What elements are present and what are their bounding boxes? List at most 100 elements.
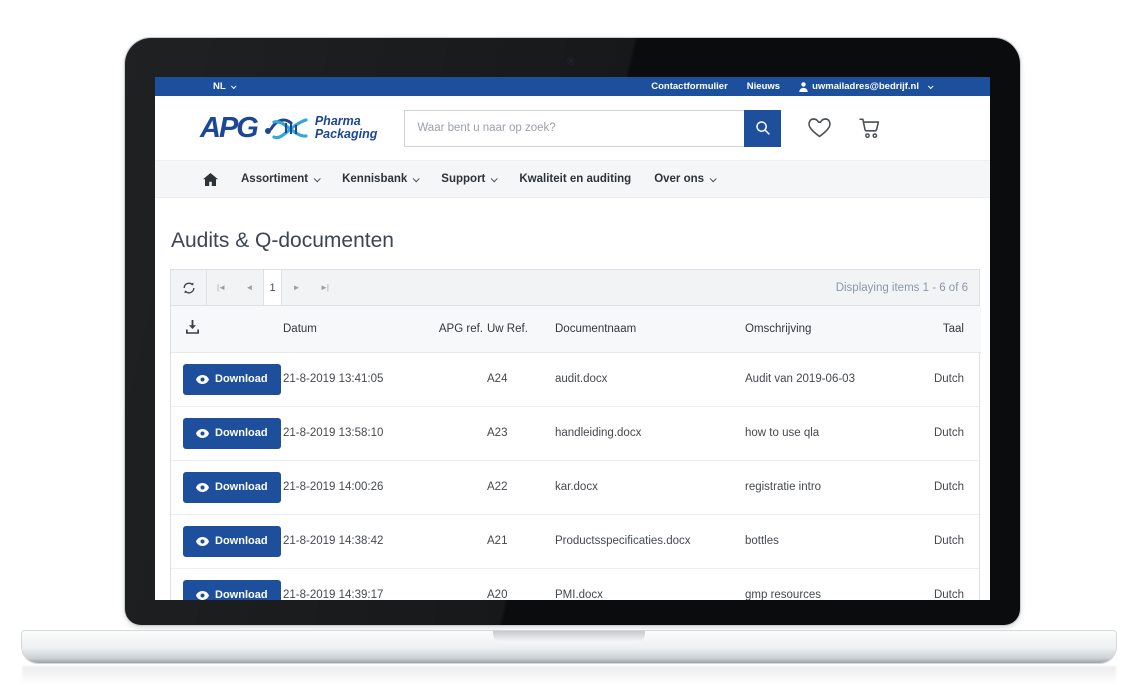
column-header-taal[interactable]: Taal	[915, 306, 981, 352]
search-button[interactable]	[744, 110, 781, 147]
logo-apg-text: APG	[200, 114, 257, 143]
chevron-down-icon	[314, 175, 321, 182]
column-header-datum[interactable]: Datum	[283, 306, 429, 352]
nav-label: Over ons	[654, 173, 704, 185]
search-bar	[404, 110, 781, 147]
nav-label: Assortiment	[241, 173, 308, 185]
laptop-base-notch	[493, 631, 645, 644]
column-header-apg-ref[interactable]: APG ref.	[429, 306, 487, 352]
eye-icon	[196, 591, 209, 600]
table-row: Download 21-8-2019 14:00:26 A22 kar.docx…	[171, 460, 981, 514]
column-header-omschrijving[interactable]: Omschrijving	[745, 306, 915, 352]
eye-icon	[196, 429, 209, 438]
account-menu[interactable]: uwmailadres@bedrijf.nl	[799, 81, 932, 92]
page-content: Audits & Q-documenten |◄	[155, 227, 990, 600]
nav-item-assortiment[interactable]: Assortiment	[241, 173, 319, 185]
documents-table: Datum APG ref. Uw Ref. Documentnaam Omsc…	[171, 306, 981, 600]
cell-datum: 21-8-2019 13:58:10	[283, 406, 429, 460]
cell-datum: 21-8-2019 14:39:17	[283, 568, 429, 600]
topbar-link-contactformulier[interactable]: Contactformulier	[651, 81, 728, 92]
cell-taal: Dutch	[915, 460, 981, 514]
refresh-button[interactable]	[171, 270, 207, 305]
apg-logo[interactable]: APG Pharma Packaging	[200, 113, 377, 143]
column-header-uw-ref[interactable]: Uw Ref.	[487, 306, 555, 352]
cell-uw-ref: A22	[487, 460, 555, 514]
cell-apg-ref	[429, 460, 487, 514]
chevron-down-icon	[710, 175, 717, 182]
nav-label: Support	[441, 173, 485, 185]
last-page-button[interactable]: ►|	[310, 270, 338, 305]
cell-uw-ref: A23	[487, 406, 555, 460]
user-email: uwmailadres@bedrijf.nl	[812, 81, 919, 92]
nav-item-kwaliteit-en-auditing[interactable]: Kwaliteit en auditing	[519, 173, 631, 185]
wishlist-button[interactable]	[807, 117, 832, 139]
cell-taal: Dutch	[915, 352, 981, 406]
nav-item-over-ons[interactable]: Over ons	[654, 173, 715, 185]
download-label: Download	[215, 535, 268, 547]
cell-uw-ref: A21	[487, 514, 555, 568]
cell-omschrijving: registratie intro	[745, 460, 915, 514]
download-button[interactable]: Download	[183, 418, 281, 449]
download-button[interactable]: Download	[183, 364, 281, 395]
current-page-indicator: 1	[263, 270, 282, 305]
cell-uw-ref: A20	[487, 568, 555, 600]
refresh-icon	[182, 281, 196, 295]
heart-icon	[807, 117, 832, 139]
column-header-documentnaam[interactable]: Documentnaam	[555, 306, 745, 352]
cell-omschrijving: Audit van 2019-06-03	[745, 352, 915, 406]
top-utility-bar: NL Contactformulier Nieuws uwmailadres@b…	[155, 77, 990, 96]
cell-apg-ref	[429, 514, 487, 568]
cell-omschrijving: gmp resources	[745, 568, 915, 600]
cart-button[interactable]	[858, 118, 882, 139]
nav-label: Kwaliteit en auditing	[519, 173, 631, 185]
download-button[interactable]: Download	[183, 580, 281, 601]
chevron-down-icon	[413, 175, 420, 182]
nav-item-support[interactable]: Support	[441, 173, 496, 185]
cell-apg-ref	[429, 406, 487, 460]
user-icon	[799, 82, 808, 92]
cell-omschrijving: how to use qla	[745, 406, 915, 460]
table-row: Download 21-8-2019 14:38:42 A21 Products…	[171, 514, 981, 568]
chevron-down-icon	[928, 83, 934, 89]
main-navigation: Assortiment Kennisbank Support Kwaliteit…	[155, 160, 990, 198]
browser-viewport: NL Contactformulier Nieuws uwmailadres@b…	[155, 77, 990, 600]
cell-documentnaam: Productsspecificaties.docx	[555, 514, 745, 568]
table-header-row: Datum APG ref. Uw Ref. Documentnaam Omsc…	[171, 306, 981, 352]
nav-home[interactable]	[203, 173, 218, 186]
home-icon	[203, 173, 218, 186]
download-button[interactable]: Download	[183, 526, 281, 557]
nav-item-kennisbank[interactable]: Kennisbank	[342, 173, 418, 185]
laptop-base	[22, 631, 1116, 663]
topbar-link-nieuws[interactable]: Nieuws	[747, 81, 780, 92]
logo-sub-packaging: Packaging	[315, 128, 378, 141]
table-row: Download 21-8-2019 14:39:17 A20 PMI.docx…	[171, 568, 981, 600]
cell-datum: 21-8-2019 13:41:05	[283, 352, 429, 406]
cell-apg-ref	[429, 352, 487, 406]
download-button[interactable]: Download	[183, 472, 281, 503]
cart-icon	[858, 118, 882, 139]
table-row: Download 21-8-2019 13:41:05 A24 audit.do…	[171, 352, 981, 406]
language-selector[interactable]: NL	[213, 81, 235, 92]
grid-pager: |◄ ◄ 1 ► ►| Displaying items 1 - 6 of 6	[171, 270, 979, 306]
eye-icon	[196, 537, 209, 546]
chevron-down-icon	[231, 83, 237, 89]
prev-page-button[interactable]: ◄	[235, 270, 263, 305]
prev-page-icon: ◄	[246, 283, 253, 292]
cell-documentnaam: kar.docx	[555, 460, 745, 514]
next-page-button[interactable]: ►	[282, 270, 310, 305]
first-page-button[interactable]: |◄	[207, 270, 235, 305]
first-page-icon: |◄	[217, 283, 225, 292]
download-label: Download	[215, 481, 268, 493]
pager-status: Displaying items 1 - 6 of 6	[836, 270, 979, 305]
cell-documentnaam: PMI.docx	[555, 568, 745, 600]
download-label: Download	[215, 589, 268, 600]
laptop-reflection	[22, 666, 1116, 688]
search-input[interactable]	[404, 110, 744, 147]
table-row: Download 21-8-2019 13:58:10 A23 handleid…	[171, 406, 981, 460]
dna-helix-icon	[264, 113, 310, 143]
download-column-icon	[186, 320, 199, 334]
cell-uw-ref: A24	[487, 352, 555, 406]
last-page-icon: ►|	[320, 283, 328, 292]
language-label: NL	[213, 81, 226, 92]
page-title: Audits & Q-documenten	[171, 227, 980, 255]
